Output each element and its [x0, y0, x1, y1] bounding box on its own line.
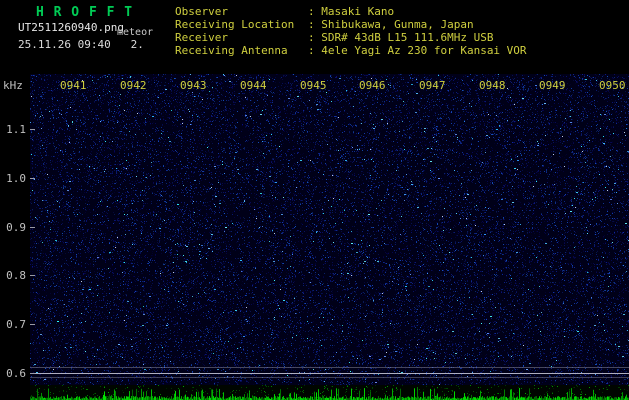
time-label: 0947 [419, 79, 446, 92]
info-colon: : [308, 5, 322, 18]
freq-tick [30, 227, 35, 228]
time-label: 0943 [180, 79, 207, 92]
time-label: 0942 [120, 79, 147, 92]
info-value: SDR# 43dB L15 111.6MHz USB [321, 31, 494, 44]
khz-unit-label: kHz [3, 79, 23, 92]
time-label: 0946 [359, 79, 386, 92]
info-block: Observer: Masaki Kano Receiving Location:… [175, 5, 527, 57]
time-label: 0948 [479, 79, 506, 92]
freq-label: 1.0 [6, 172, 26, 185]
time-label: 0950 [599, 79, 626, 92]
info-colon: : [308, 18, 322, 31]
time-label: 0941 [60, 79, 87, 92]
freq-label: 0.6 [6, 367, 26, 380]
info-colon: : [308, 44, 322, 57]
freq-label: 0.7 [6, 318, 26, 331]
info-label: Receiving Antenna [175, 44, 288, 57]
info-label: Receiving Location [175, 18, 295, 31]
time-label: 0949 [539, 79, 566, 92]
info-row: Receiving Antenna: 4ele Yagi Az 230 for … [175, 44, 527, 57]
info-row: Observer: Masaki Kano [175, 5, 527, 18]
info-value: 4ele Yagi Az 230 for Kansai VOR [321, 44, 527, 57]
time-label: 0945 [300, 79, 327, 92]
info-colon: : [308, 31, 322, 44]
freq-label: 0.8 [6, 269, 26, 282]
observation-tag: meteor [117, 27, 154, 38]
freq-label: 1.1 [6, 123, 26, 136]
info-value: Shibukawa, Gunma, Japan [321, 18, 474, 31]
freq-tick [30, 129, 35, 130]
freq-tick [30, 373, 35, 374]
freq-tick [30, 178, 35, 179]
spectrogram-canvas [30, 74, 629, 385]
freq-tick [30, 275, 35, 276]
hrofft-screen: H R O F F T UT2511260940.png meteor 25.1… [0, 0, 629, 400]
info-label: Receiver [175, 31, 228, 44]
info-label: Observer [175, 5, 228, 18]
app-title: H R O F F T [36, 5, 134, 20]
datetime-label: 25.11.26 09:40 2. [18, 38, 144, 51]
info-value: Masaki Kano [321, 5, 395, 18]
time-label: 0944 [240, 79, 267, 92]
info-row: Receiving Location: Shibukawa, Gunma, Ja… [175, 18, 527, 31]
freq-label: 0.9 [6, 221, 26, 234]
info-row: Receiver: SDR# 43dB L15 111.6MHz USB [175, 31, 527, 44]
signal-strip-canvas [30, 385, 629, 400]
filename-label: UT2511260940.png [18, 21, 124, 34]
freq-tick [30, 324, 35, 325]
